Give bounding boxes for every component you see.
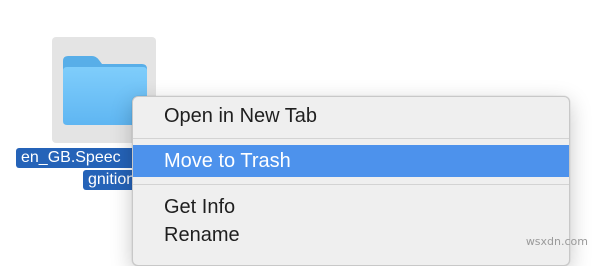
file-name-label[interactable]: en_GB.Speec gnition — [16, 148, 146, 190]
watermark: wsxdn.com — [525, 235, 588, 248]
finder-desktop: en_GB.Speec gnition Open in New Tab Move… — [0, 0, 600, 266]
menu-item-move-to-trash[interactable]: Move to Trash — [133, 145, 569, 177]
file-name-line-1: en_GB.Speec — [16, 148, 144, 168]
menu-item-open-in-new-tab[interactable]: Open in New Tab — [133, 101, 569, 131]
menu-separator — [133, 184, 569, 185]
menu-separator — [133, 138, 569, 139]
menu-item-rename[interactable]: Rename — [133, 220, 569, 250]
menu-item-get-info[interactable]: Get Info — [133, 192, 569, 222]
context-menu: Open in New Tab Move to Trash Get Info R… — [132, 96, 570, 266]
